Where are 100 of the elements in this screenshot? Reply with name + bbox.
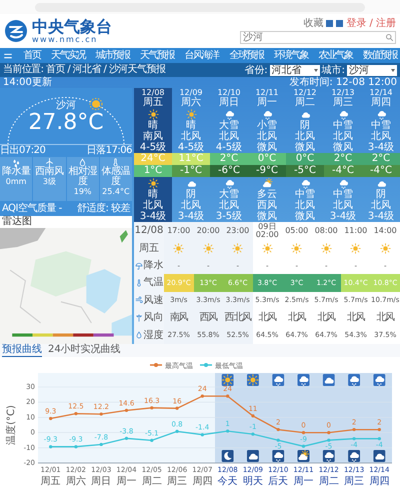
sunset-time: 日落17:06: [86, 145, 132, 156]
air-quality[interactable]: AQI空气质量 -: [2, 203, 62, 214]
x-day-label: 明天: [242, 476, 263, 487]
night-wind-level: 3-4级: [368, 211, 394, 222]
nav-link[interactable]: 城市预报: [96, 50, 130, 62]
high-temp-cell: 2°C: [362, 153, 400, 165]
sun-icon: [148, 178, 158, 188]
night-wind: 北风: [333, 200, 353, 211]
select-dropdown[interactable]: 沙河: [347, 64, 397, 76]
nav-link[interactable]: 首页: [24, 50, 41, 62]
data-point: [378, 428, 381, 432]
data-point: [150, 406, 154, 410]
snow-cloud-icon: [373, 374, 386, 386]
nav-link[interactable]: 农业气象: [318, 50, 352, 62]
night-wind: 北风: [295, 200, 315, 211]
forecast-date: 12/10: [217, 88, 241, 97]
x-day-label: 周三: [167, 476, 188, 487]
sunrise-time: 日出07:20: [0, 145, 46, 156]
data-point: [124, 436, 128, 440]
forecast-column[interactable]: 12/12 周二 阴 北风 微风 0°C -5°C 中雪 北风 微风: [286, 88, 324, 222]
thermometer-icon: [111, 158, 120, 167]
forecast-column[interactable]: 12/10 周日 大雪 北风 4-5级 2°C -6°C 大雪 北风 3-5级: [210, 88, 248, 222]
thermometer-icon: [134, 278, 142, 287]
table-cell: 12/08: [134, 222, 164, 240]
stat-value: 0mm: [6, 177, 26, 187]
select-label: 城市:: [322, 64, 345, 76]
data-point: [276, 438, 280, 442]
nav-link[interactable]: 台风海洋: [184, 50, 219, 62]
tab[interactable]: 预报曲线: [2, 344, 42, 357]
login-link[interactable]: 登录 / 注册: [346, 18, 396, 29]
data-point: [302, 444, 306, 448]
night-wind-level: 3-4级: [178, 211, 204, 222]
favorite-link[interactable]: 收藏: [303, 18, 324, 29]
day-weather: 大雪: [219, 120, 239, 131]
sun-icon: [202, 242, 214, 254]
snow-cloud-icon: [300, 178, 310, 188]
time-cell: 17:00: [164, 222, 194, 240]
stat-value: 19%: [74, 187, 92, 197]
day-wind: 北风: [181, 131, 201, 142]
current-temperature: 27.8°C: [28, 111, 104, 135]
snow-cloud-icon: [376, 108, 386, 120]
select-dropdown[interactable]: 河北省: [270, 64, 320, 76]
data-point: [49, 416, 52, 420]
forecast-column[interactable]: 12/13 周三 中雪 北风 微风 2°C -4°C 中雪 北风 3-4级: [324, 88, 362, 222]
forecast-weekday: 周日: [219, 97, 239, 108]
sun-icon: [291, 242, 302, 254]
forecast-column[interactable]: 12/11 周一 小雪 北风 微风 0°C -9°C 多云 西风 微风: [248, 88, 286, 222]
time-cell-text: 08:00: [314, 224, 339, 237]
data-point: [352, 437, 356, 440]
nav-link[interactable]: 天气预报: [140, 50, 174, 62]
stat-label: 降水量: [2, 167, 30, 177]
legend-marker[interactable]: [150, 363, 162, 367]
sun-icon: [186, 108, 196, 120]
forecast-date: 12/13: [331, 88, 355, 97]
tab[interactable]: 24小时实况曲线: [48, 344, 121, 357]
high-temp-cell: 24°C: [134, 153, 172, 165]
data-point: [327, 438, 330, 442]
sun-icon: [232, 242, 244, 254]
nav-link[interactable]: 环境气象: [274, 50, 308, 62]
night-wind-level: 3-4级: [140, 211, 166, 222]
nav-link[interactable]: 全球预报: [229, 50, 264, 62]
forecast-column[interactable]: 12/09 周六 晴 北风 4-5级 11°C -1°C 阴 北风 3-4级: [172, 88, 210, 222]
x-day-label: 周一: [116, 476, 136, 487]
x-day-label: 周四: [369, 476, 390, 487]
table-cell: 西北风: [223, 309, 252, 327]
day-weather: 小雪: [257, 120, 277, 131]
forecast-date: 12/14: [369, 88, 393, 97]
night-wind: 西风: [257, 200, 277, 211]
forecast-weekday: 周五: [143, 97, 163, 108]
day-wind-level: 4-5级: [178, 142, 204, 153]
search-field[interactable]: 沙河: [240, 31, 396, 44]
snow-cloud-icon: [224, 108, 234, 120]
data-point: [175, 406, 179, 410]
low-temp-cell: -5°C: [286, 165, 324, 177]
search-icon[interactable]: [385, 33, 394, 42]
breadcrumb[interactable]: 当前位置: 首页 / 河北省 / 沙河天气预报: [3, 64, 166, 76]
logo-icon[interactable]: [4, 19, 28, 43]
night-weather: 中雪: [295, 189, 315, 200]
day-wind-level: 微风: [333, 142, 353, 153]
drop-icon: [78, 158, 88, 167]
night-weather: 阴: [186, 189, 196, 200]
sun-icon: [173, 242, 184, 254]
data-point: [352, 428, 356, 432]
stat-label: 西南风: [35, 167, 64, 177]
legend-marker[interactable]: [200, 363, 212, 367]
x-day-label: 周日: [91, 476, 112, 487]
stat-label: 体感温度: [100, 167, 132, 187]
high-temp-cell: 2°C: [324, 153, 362, 165]
nav-link[interactable]: 数值预报: [362, 50, 397, 62]
day-weather: 中雪: [333, 120, 353, 131]
forecast-column[interactable]: 12/14 周四 中雪 北风 3-4级 2°C -4°C 阴 北风 3-4级: [362, 88, 400, 222]
time-cell-text: 11:00: [343, 224, 368, 237]
forecast-column[interactable]: 12/08 周五 晴 南风 4-5级 24°C 1°C 晴 北风 3-4级: [134, 88, 172, 222]
nav-link[interactable]: 天气实况: [51, 50, 86, 62]
site-title: 中央气象台: [32, 18, 112, 35]
day-weather: 晴: [148, 120, 158, 131]
day-wind: 北风: [219, 131, 239, 142]
low-temp-cell: 1°C: [134, 165, 172, 177]
sun-cloud-icon: [262, 178, 272, 188]
update-time: 14:00更新: [3, 77, 52, 88]
